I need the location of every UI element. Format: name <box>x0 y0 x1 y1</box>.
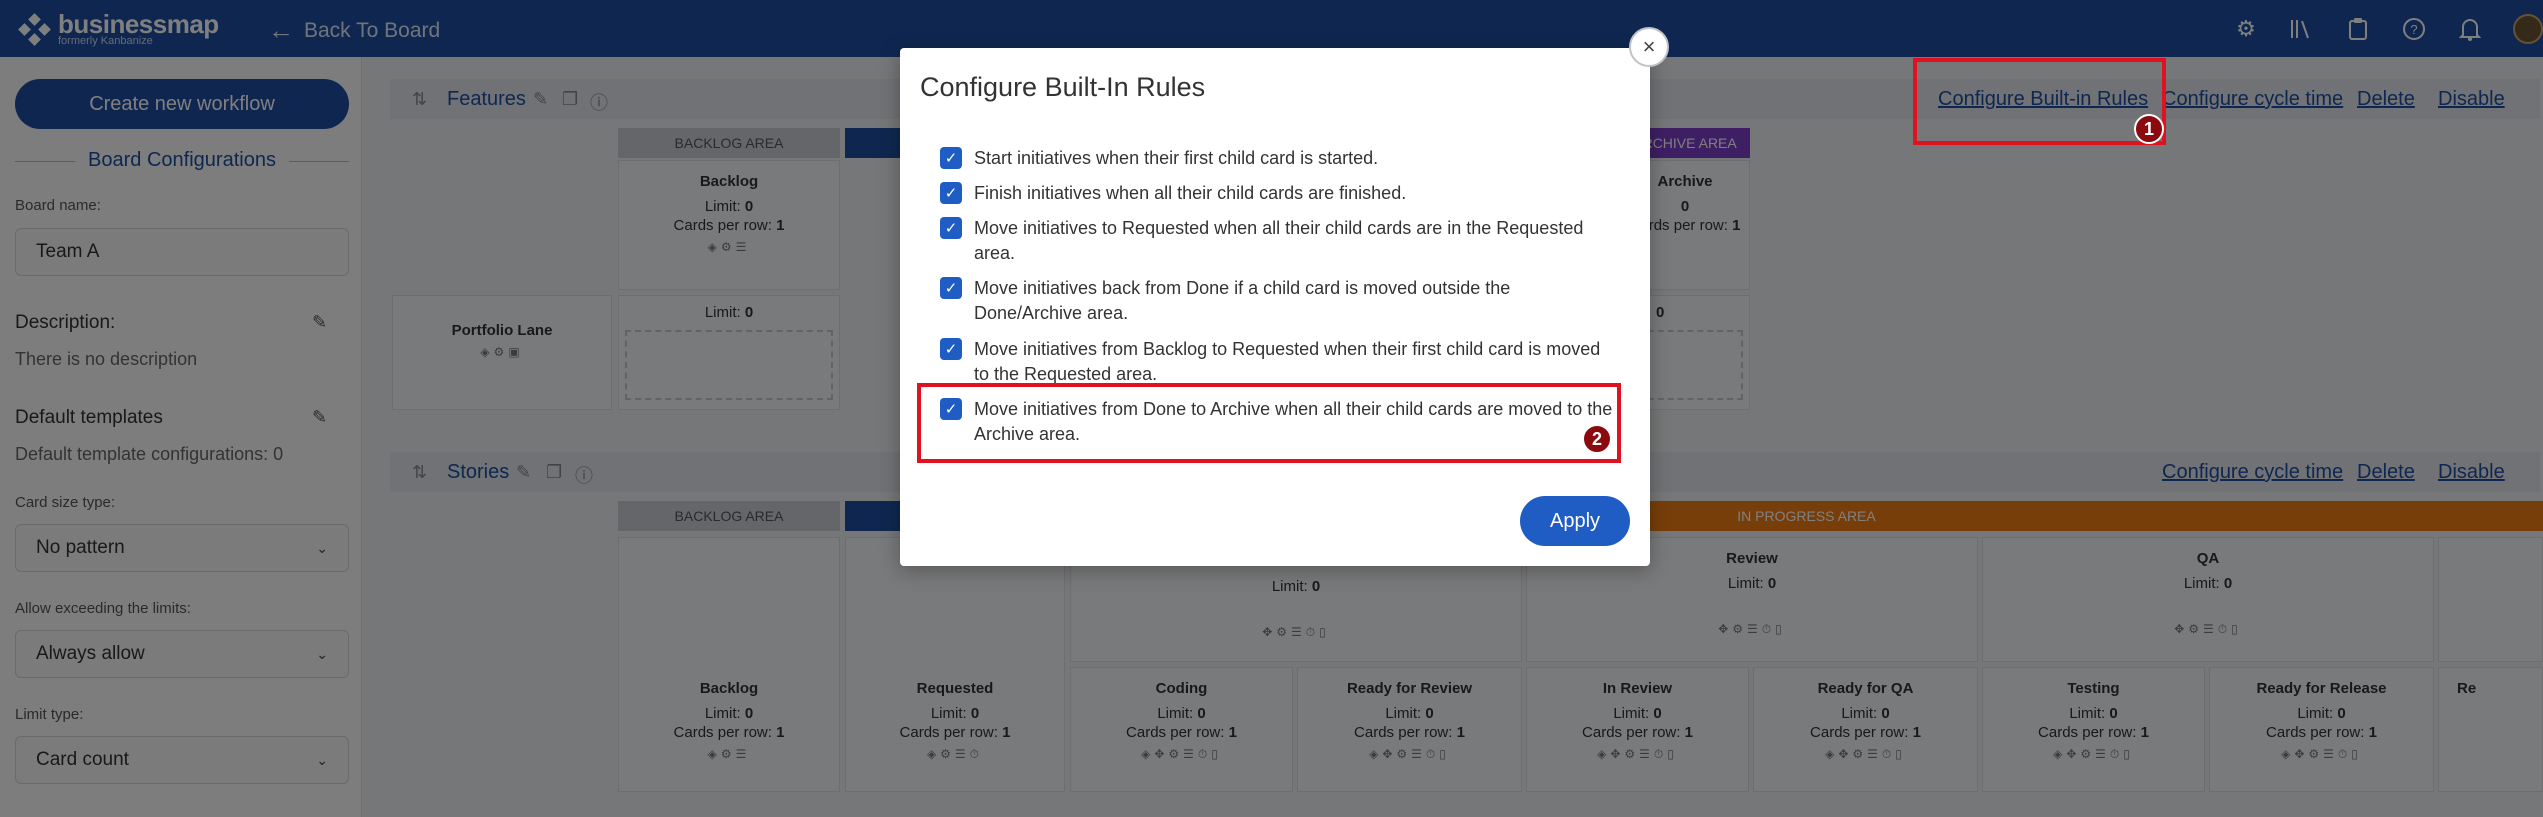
checkbox-checked[interactable]: ✓ <box>940 182 962 204</box>
rule-text: Start initiatives when their first child… <box>974 148 1379 168</box>
rule-finish-initiatives[interactable]: ✓ Finish initiatives when all their chil… <box>940 181 1620 206</box>
callout-highlight-2 <box>917 383 1621 463</box>
callout-badge-1: 1 <box>2134 114 2164 144</box>
checkbox-checked[interactable]: ✓ <box>940 277 962 299</box>
rule-start-initiatives[interactable]: ✓ Start initiatives when their first chi… <box>940 146 1620 171</box>
rule-text: Move initiatives back from Done if a chi… <box>974 278 1511 323</box>
rule-backlog-to-requested[interactable]: ✓ Move initiatives from Backlog to Reque… <box>940 337 1620 387</box>
callout-badge-2: 2 <box>1582 424 1612 454</box>
checkbox-checked[interactable]: ✓ <box>940 338 962 360</box>
checkbox-checked[interactable]: ✓ <box>940 147 962 169</box>
rule-move-to-requested[interactable]: ✓ Move initiatives to Requested when all… <box>940 216 1620 266</box>
configure-built-in-rules-dialog: Configure Built-In Rules ✓ Start initiat… <box>900 48 1650 566</box>
rule-text: Move initiatives from Backlog to Request… <box>974 339 1601 384</box>
callout-highlight-1 <box>1913 58 2166 145</box>
dialog-title: Configure Built-In Rules <box>920 72 1206 102</box>
apply-button[interactable]: Apply <box>1520 496 1630 546</box>
rule-move-back-from-done[interactable]: ✓ Move initiatives back from Done if a c… <box>940 276 1620 326</box>
rule-text: Move initiatives to Requested when all t… <box>974 218 1584 263</box>
checkbox-checked[interactable]: ✓ <box>940 217 962 239</box>
rule-text: Finish initiatives when all their child … <box>974 183 1407 203</box>
close-icon[interactable]: × <box>1629 27 1669 67</box>
